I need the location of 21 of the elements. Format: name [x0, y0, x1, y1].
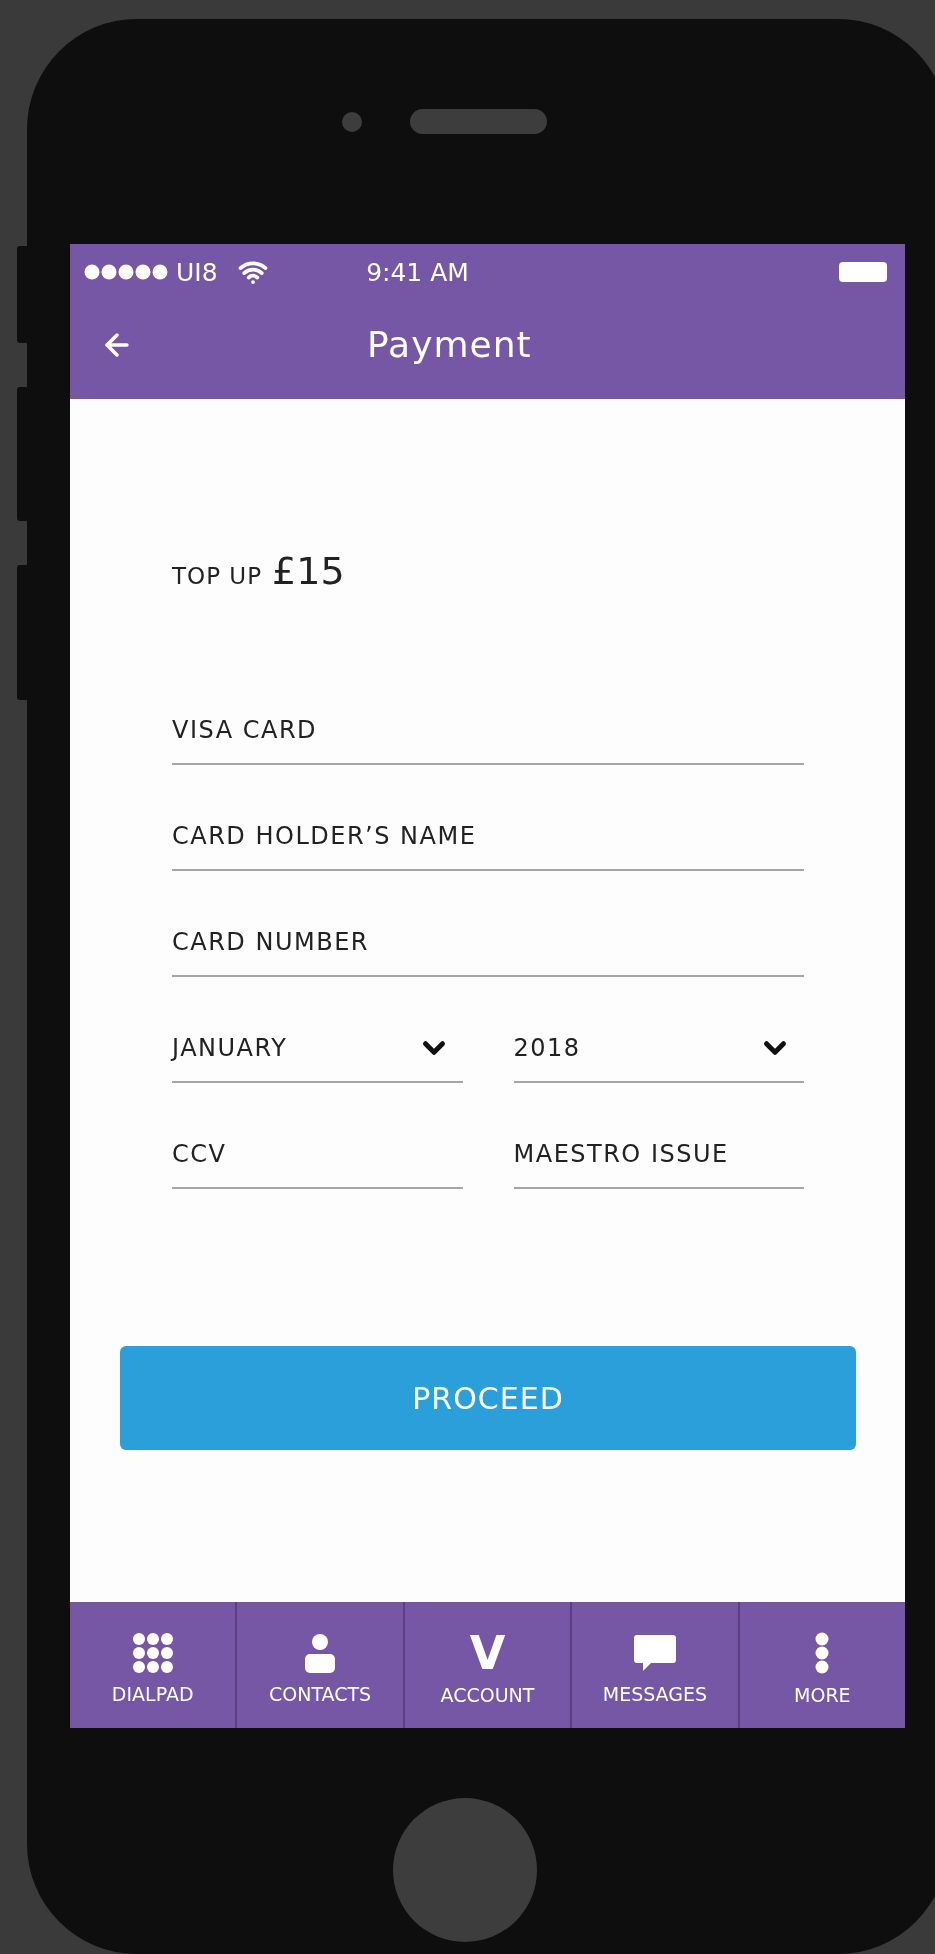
carrier-name: UI8	[176, 257, 218, 287]
camera	[342, 111, 362, 132]
text-field[interactable]: CCV	[172, 1109, 463, 1189]
proceed-button[interactable]: PROCEED	[120, 1346, 856, 1450]
text-field[interactable]: CARD HOLDER’S NAME	[172, 791, 804, 871]
text-field[interactable]: CARD NUMBER	[172, 897, 804, 977]
top-up-label: TOP UP	[172, 563, 263, 589]
battery-icon	[839, 262, 887, 282]
dialpad-icon	[132, 1633, 173, 1673]
dropdown[interactable]: JANUARY	[172, 1003, 463, 1083]
screen-title: Payment	[367, 324, 532, 365]
signal-icon	[84, 264, 168, 280]
chat-bubble-icon	[632, 1633, 677, 1673]
person-icon	[304, 1633, 337, 1673]
top-up-amount: £15	[272, 549, 345, 593]
dropdown[interactable]: 2018	[513, 1003, 804, 1083]
status-time: 9:41 AM	[366, 257, 469, 287]
account-logo: V	[469, 1632, 506, 1674]
text-field[interactable]: VISA CARD	[172, 685, 804, 765]
more-icon	[815, 1632, 830, 1674]
text-field[interactable]: MAESTRO ISSUE	[513, 1109, 804, 1189]
